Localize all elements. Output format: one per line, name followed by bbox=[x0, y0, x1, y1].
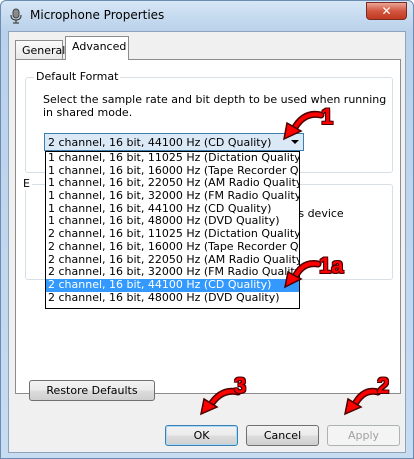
annotation-label-3: 3 bbox=[234, 373, 247, 398]
format-option[interactable]: 2 channel, 16 bit, 22050 Hz (AM Radio Qu… bbox=[46, 254, 299, 267]
default-format-selected-value: 2 channel, 16 bit, 44100 Hz (CD Quality) bbox=[48, 136, 272, 149]
format-option[interactable]: 1 channel, 16 bit, 22050 Hz (AM Radio Qu… bbox=[46, 177, 299, 190]
format-option[interactable]: 2 channel, 16 bit, 16000 Hz (Tape Record… bbox=[46, 241, 299, 254]
window-title: Microphone Properties bbox=[30, 8, 165, 22]
close-icon: ✕ bbox=[381, 4, 392, 18]
format-option[interactable]: 2 channel, 16 bit, 11025 Hz (Dictation Q… bbox=[46, 228, 299, 241]
cancel-label: Cancel bbox=[263, 429, 302, 442]
format-option[interactable]: 1 channel, 16 bit, 16000 Hz (Tape Record… bbox=[46, 165, 299, 178]
exclusive-mode-title-partial: E bbox=[21, 177, 32, 190]
apply-label: Apply bbox=[347, 429, 380, 442]
annotation-label-1: 1 bbox=[321, 104, 334, 129]
annotation-label-2: 2 bbox=[377, 373, 390, 398]
annotation-arrow-1a-icon bbox=[283, 260, 322, 289]
tab-general-label: General bbox=[22, 44, 66, 57]
format-option[interactable]: 1 channel, 16 bit, 11025 Hz (Dictation Q… bbox=[46, 152, 299, 165]
format-option[interactable]: 2 channel, 16 bit, 48000 Hz (DVD Quality… bbox=[46, 292, 299, 305]
format-option[interactable]: 2 channel, 16 bit, 44100 Hz (CD Quality) bbox=[46, 278, 299, 292]
default-format-dropdown-list[interactable]: 1 channel, 16 bit, 11025 Hz (Dictation Q… bbox=[45, 151, 300, 309]
tab-general[interactable]: General bbox=[15, 40, 66, 59]
microphone-icon bbox=[10, 8, 22, 24]
default-format-description: Select the sample rate and bit depth to … bbox=[43, 93, 387, 119]
format-option[interactable]: 1 channel, 16 bit, 32000 Hz (FM Radio Qu… bbox=[46, 190, 299, 203]
tab-advanced-label: Advanced bbox=[72, 40, 127, 53]
tab-advanced[interactable]: Advanced bbox=[65, 36, 129, 60]
default-format-select[interactable]: 2 channel, 16 bit, 44100 Hz (CD Quality) bbox=[44, 133, 304, 151]
microphone-properties-window: Microphone Properties ✕ General Advanced… bbox=[0, 0, 414, 459]
format-option[interactable]: 1 channel, 16 bit, 48000 Hz (DVD Quality… bbox=[46, 215, 299, 228]
cancel-button[interactable]: Cancel bbox=[246, 425, 319, 446]
restore-defaults-label: Restore Defaults bbox=[46, 384, 138, 397]
format-option[interactable]: 1 channel, 16 bit, 44100 Hz (CD Quality) bbox=[46, 203, 299, 216]
apply-button[interactable]: Apply bbox=[327, 425, 400, 446]
restore-defaults-button[interactable]: Restore Defaults bbox=[29, 380, 155, 401]
annotation-label-1a: 1a bbox=[319, 253, 344, 278]
close-button[interactable]: ✕ bbox=[366, 2, 407, 20]
ok-label: OK bbox=[193, 429, 210, 442]
format-option[interactable]: 2 channel, 16 bit, 32000 Hz (FM Radio Qu… bbox=[46, 266, 299, 279]
title-bar[interactable]: Microphone Properties ✕ bbox=[1, 1, 413, 31]
ok-button[interactable]: OK bbox=[165, 425, 238, 446]
default-format-title: Default Format bbox=[34, 70, 121, 83]
